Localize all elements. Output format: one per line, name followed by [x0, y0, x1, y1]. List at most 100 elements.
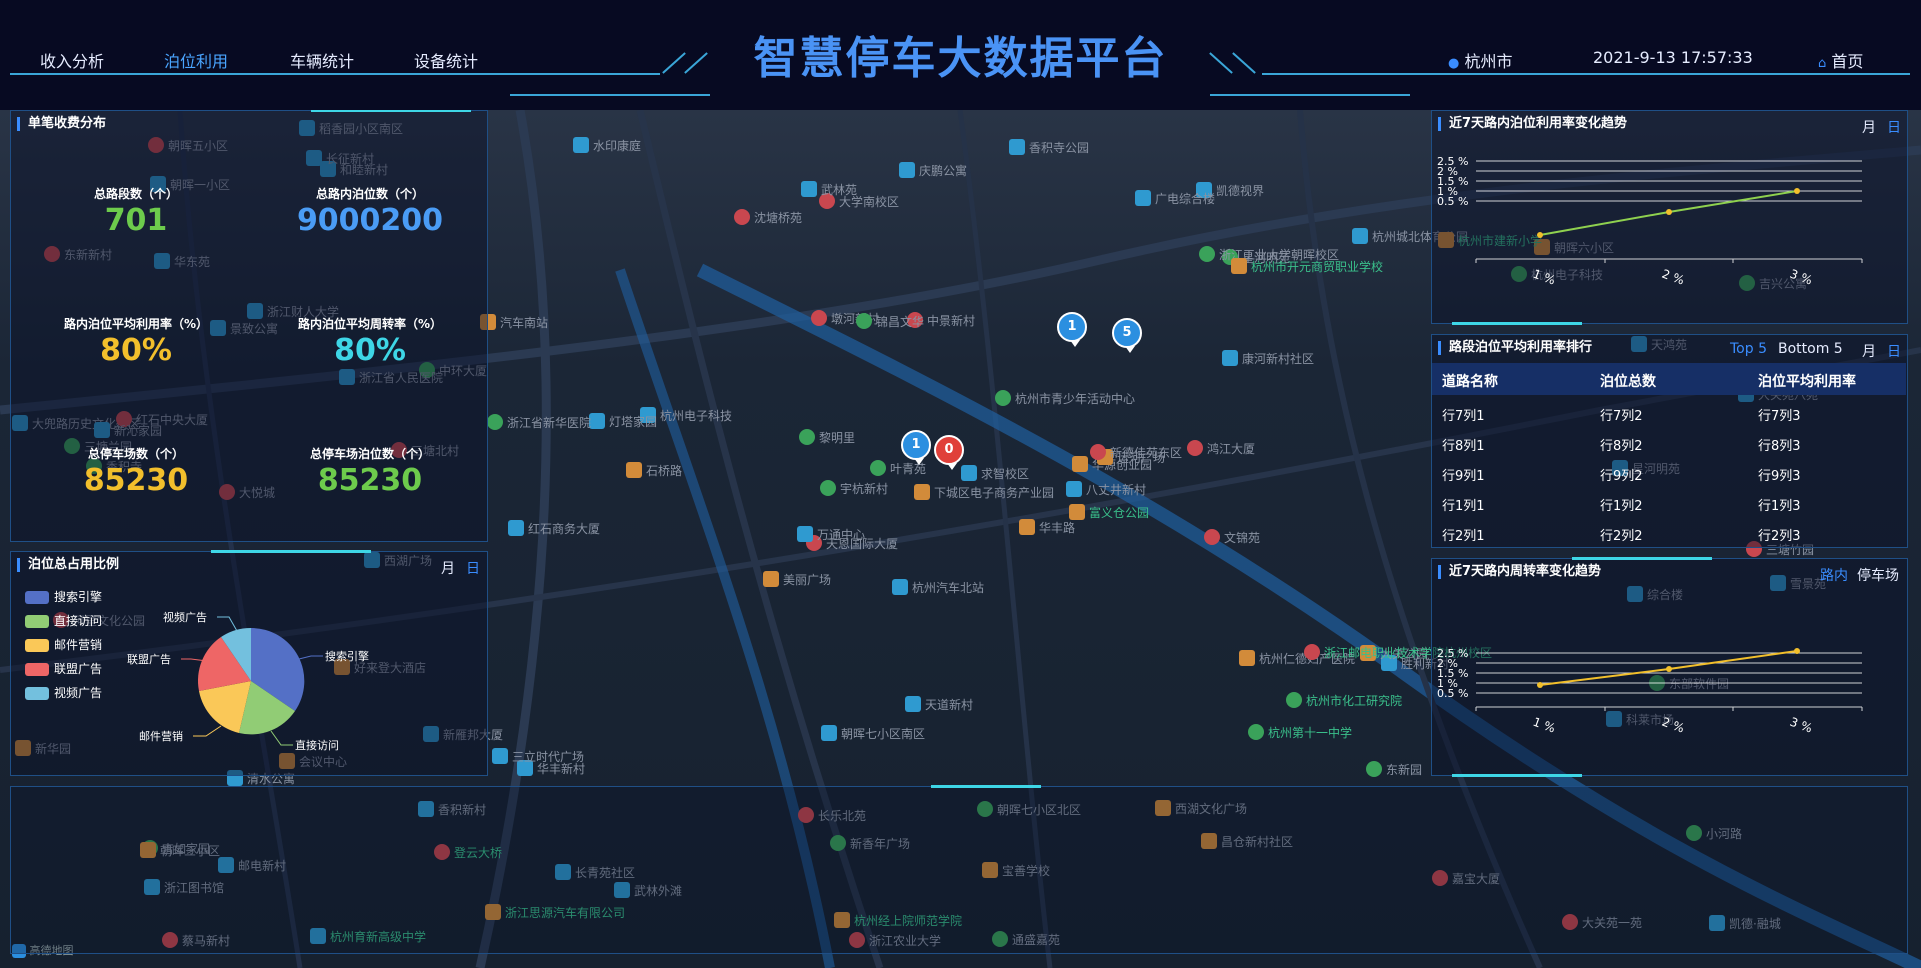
map-poi-icon[interactable]	[905, 696, 921, 712]
map-poi-icon[interactable]	[961, 465, 977, 481]
map-poi-label: 康河新村社区	[1242, 352, 1315, 366]
table-header: 道路名称 泊位总数 泊位平均利用率	[1432, 363, 1906, 395]
map-poi-icon[interactable]	[1352, 228, 1368, 244]
table-row[interactable]: 行8列1 行8列2 行8列3	[1432, 427, 1906, 457]
map-poi-icon[interactable]	[1069, 504, 1085, 520]
map-poi-icon[interactable]	[734, 209, 750, 225]
map-poi-icon[interactable]	[492, 748, 508, 764]
map-cluster-marker[interactable]: 1	[901, 430, 931, 465]
tab-bottom5[interactable]: Bottom 5	[1778, 341, 1843, 357]
map-poi-icon[interactable]	[1222, 350, 1238, 366]
table-cell: 行9列2	[1600, 469, 1643, 484]
map-poi-label: 三立时代广场	[512, 750, 585, 764]
stat-value: 80%	[100, 333, 172, 368]
x-tick-label: 3 %	[1788, 715, 1814, 736]
table-cell: 行1列2	[1600, 499, 1643, 514]
map-poi-icon[interactable]	[799, 429, 815, 445]
map-poi-label: 新德佳苑东区	[1110, 446, 1183, 460]
map-poi-label: 朝晖七小区南区	[841, 727, 926, 741]
map-poi-label: 石桥路	[646, 464, 683, 478]
map-poi-icon[interactable]	[589, 413, 605, 429]
map-cluster-marker[interactable]: 5	[1112, 318, 1142, 353]
util-trend-panel: 近7天路内泊位利用率变化趋势 月 日 0.5 % 1 % 1.5 % 2 % 2…	[1431, 110, 1908, 325]
stat-value: 85230	[317, 463, 423, 498]
column-header[interactable]: 泊位平均利用率	[1758, 371, 1856, 391]
map-poi-label: 汽车南站	[500, 316, 549, 330]
map-poi-icon[interactable]	[1366, 761, 1382, 777]
map-poi-icon[interactable]	[1072, 456, 1088, 472]
map-cluster-marker[interactable]: 0	[934, 435, 964, 470]
header-line-right	[1262, 73, 1910, 75]
map-poi-icon[interactable]	[914, 484, 930, 500]
y-tick-label: 2.5 %	[1437, 155, 1468, 168]
table-cell: 行2列2	[1600, 529, 1643, 544]
map-poi-icon[interactable]	[1009, 139, 1025, 155]
pie-label: 邮件营销	[139, 729, 183, 743]
toggle-day[interactable]: 日	[1887, 341, 1901, 361]
location-pin-icon: ●	[1448, 56, 1460, 71]
map-poi-icon[interactable]	[1248, 724, 1264, 740]
stat-value: 9000200	[296, 203, 444, 238]
map-poi-icon[interactable]	[626, 462, 642, 478]
column-header[interactable]: 道路名称	[1442, 371, 1498, 391]
map-poi-label: 鸿江大厦	[1207, 442, 1256, 456]
map-poi-icon[interactable]	[1199, 246, 1215, 262]
map-poi-icon[interactable]	[821, 725, 837, 741]
map-poi-icon[interactable]	[1304, 644, 1320, 660]
map-poi-label: 杭州市化工研究院	[1306, 694, 1403, 708]
map-poi-icon[interactable]	[487, 414, 503, 430]
map-poi-icon[interactable]	[811, 310, 827, 326]
map-poi-icon[interactable]	[1204, 529, 1220, 545]
map-poi-icon[interactable]	[801, 181, 817, 197]
table-cell: 行2列1	[1442, 529, 1485, 544]
map-poi-icon[interactable]	[892, 579, 908, 595]
map-poi-icon[interactable]	[1019, 519, 1035, 535]
datetime: 2021-9-13 17:57:33	[1593, 48, 1753, 67]
map-poi-icon[interactable]	[797, 526, 813, 542]
map-poi-icon[interactable]	[1231, 258, 1247, 274]
table-row[interactable]: 行7列1 行7列2 行7列3	[1432, 397, 1906, 427]
home-link[interactable]: ⌂ 首页	[1818, 48, 1863, 72]
map-poi-icon[interactable]	[1239, 650, 1255, 666]
map-poi-label: 浙江省新华医院	[507, 416, 592, 430]
table-row[interactable]: 行9列1 行9列2 行9列3	[1432, 457, 1906, 487]
map-poi-icon[interactable]	[1187, 440, 1203, 456]
table-cell: 行7列1	[1442, 409, 1485, 424]
header-line-under	[1210, 94, 1410, 96]
util-line-chart: 0.5 % 1 % 1.5 % 2 % 2.5 % 1 % 2 % 3 %	[1437, 155, 1863, 288]
road-ranking-panel: 路段泊位平均利用率排行 Top 5 Bottom 5 月 日 道路名称 泊位总数…	[1431, 334, 1908, 548]
map-poi-icon[interactable]	[573, 137, 589, 153]
map-poi-icon[interactable]	[508, 520, 524, 536]
map-poi-icon[interactable]	[1135, 190, 1151, 206]
map-poi-label: 杭州市开元商贸职业学校	[1251, 260, 1384, 274]
map-poi-icon[interactable]	[899, 162, 915, 178]
table-row[interactable]: 行1列1 行1列2 行1列3	[1432, 487, 1906, 517]
table-row[interactable]: 行2列1 行2列2 行2列3	[1432, 517, 1906, 547]
panel-title: 单笔收费分布	[17, 117, 106, 131]
stat-value: 85230	[83, 463, 189, 498]
map-poi-icon[interactable]	[820, 480, 836, 496]
map-poi-icon[interactable]	[763, 571, 779, 587]
y-tick-label: 2.5 %	[1437, 647, 1468, 660]
column-header[interactable]: 泊位总数	[1600, 371, 1656, 391]
map-poi-icon[interactable]	[870, 460, 886, 476]
map-poi-label: 黎明里	[819, 431, 856, 445]
map-poi-icon[interactable]	[1066, 481, 1082, 497]
map-poi-icon[interactable]	[1286, 692, 1302, 708]
map-poi-label: 文锦苑	[1224, 531, 1261, 545]
map-poi-label: 广电综合楼	[1155, 192, 1216, 206]
map-cluster-marker[interactable]: 1	[1057, 312, 1087, 347]
table-cell: 行8列1	[1442, 439, 1485, 454]
data-point	[1794, 648, 1800, 654]
tab-top5[interactable]: Top 5	[1730, 341, 1767, 357]
map-poi-label: 凯德视界	[1216, 184, 1265, 198]
map-poi-label: 沈塘桥苑	[754, 211, 803, 225]
table-cell: 行7列2	[1600, 409, 1643, 424]
map-poi-icon[interactable]	[856, 313, 872, 329]
toggle-month[interactable]: 月	[1862, 341, 1876, 361]
pie-chart: 搜索引擎 直接访问 邮件营销 联盟广告 视频广告	[127, 610, 369, 752]
map-poi-label: 杭州电子科技	[660, 409, 733, 423]
map-poi-icon[interactable]	[995, 390, 1011, 406]
map-poi-icon[interactable]	[1090, 444, 1106, 460]
location[interactable]: ● 杭州市	[1448, 48, 1512, 72]
